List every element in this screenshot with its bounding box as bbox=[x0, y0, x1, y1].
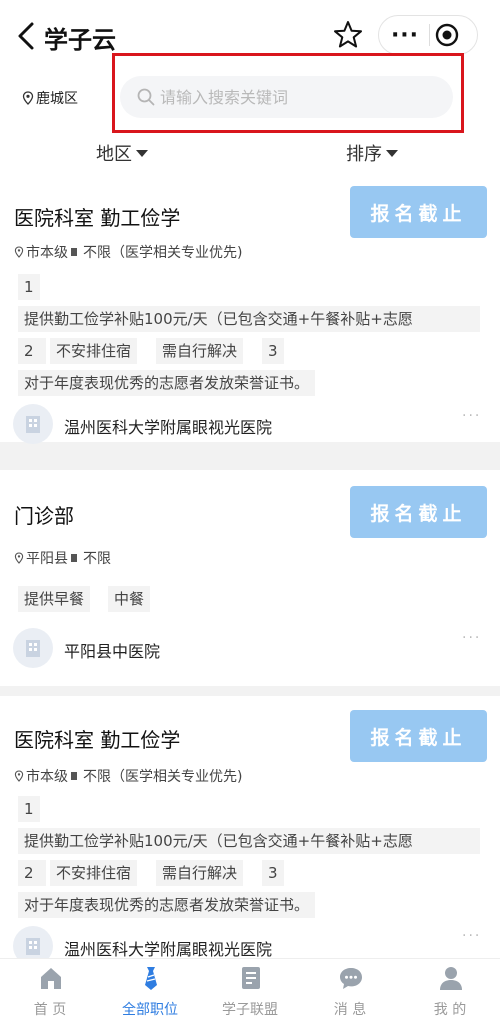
education-icon bbox=[71, 772, 77, 780]
job-tag: 需自行解决 bbox=[156, 338, 244, 364]
tab-label: 学子联盟 bbox=[222, 1002, 278, 1018]
caret-down-icon bbox=[136, 149, 148, 157]
tie-icon bbox=[145, 967, 157, 990]
job-tag: 提供早餐 bbox=[18, 586, 91, 612]
job-card[interactable]: 医院科室 勤工俭学 报名截止 市本级 不限（医学相关专业优先) 1 提供勤工俭学… bbox=[0, 172, 500, 444]
org-name: 温州医科大学附属眼视光医院 bbox=[64, 418, 273, 437]
capsule-divider bbox=[429, 24, 430, 46]
sort-filter[interactable]: 排序 bbox=[346, 140, 398, 166]
job-meta: 平阳县 不限 bbox=[14, 548, 111, 568]
location-pin-icon bbox=[14, 552, 24, 564]
job-title: 医院科室 勤工俭学 bbox=[14, 206, 181, 230]
search-input[interactable] bbox=[160, 76, 440, 118]
job-tag: 中餐 bbox=[108, 586, 151, 612]
close-target-icon[interactable] bbox=[435, 23, 459, 47]
location-pin-icon bbox=[14, 770, 24, 782]
job-level: 平阳县 bbox=[26, 551, 68, 567]
tab-messages[interactable]: 消 息 bbox=[300, 959, 400, 1025]
job-level: 市本级 bbox=[26, 245, 68, 261]
tab-all-jobs[interactable]: 全部职位 bbox=[100, 959, 200, 1025]
region-filter-label: 地区 bbox=[96, 144, 132, 165]
more-dots-icon[interactable]: ··· bbox=[462, 630, 481, 646]
location-selector[interactable]: 鹿城区 bbox=[22, 88, 78, 108]
tab-alliance[interactable]: 学子联盟 bbox=[200, 959, 300, 1025]
sort-filter-label: 排序 bbox=[346, 144, 382, 165]
search-icon bbox=[137, 88, 155, 106]
tab-label: 全部职位 bbox=[122, 1002, 178, 1018]
job-tag: 对于年度表现优秀的志愿者发放荣誉证书。 bbox=[18, 370, 316, 396]
education-icon bbox=[71, 248, 77, 256]
tab-profile[interactable]: 我 的 bbox=[400, 959, 500, 1025]
location-pin-icon bbox=[22, 91, 34, 105]
job-tag: 需自行解决 bbox=[156, 860, 244, 886]
job-tag: 提供勤工俭学补贴100元/天（已包含交通+午餐补贴+志愿 bbox=[18, 306, 480, 332]
hospital-logo-icon bbox=[13, 628, 53, 668]
mini-program-capsule: ··· bbox=[378, 15, 478, 55]
job-tag: 对于年度表现优秀的志愿者发放荣誉证书。 bbox=[18, 892, 316, 918]
caret-down-icon bbox=[386, 149, 398, 157]
job-tag: 3 bbox=[262, 338, 284, 364]
job-requirement: 不限 bbox=[83, 551, 111, 567]
tab-label: 首 页 bbox=[33, 1002, 67, 1018]
job-requirement: 不限（医学相关专业优先) bbox=[83, 245, 243, 261]
location-label: 鹿城区 bbox=[36, 91, 78, 107]
star-icon[interactable] bbox=[328, 15, 368, 55]
location-pin-icon bbox=[14, 246, 24, 258]
job-meta: 市本级 不限（医学相关专业优先) bbox=[14, 242, 242, 262]
search-bar[interactable] bbox=[120, 76, 453, 118]
job-tag: 2 bbox=[18, 860, 46, 886]
job-tag: 不安排住宿 bbox=[50, 860, 138, 886]
job-tag: 1 bbox=[18, 274, 40, 300]
page-title: 学子云 bbox=[44, 26, 116, 54]
tab-home[interactable]: 首 页 bbox=[0, 959, 100, 1025]
apply-button[interactable]: 报名截止 bbox=[350, 710, 487, 762]
job-title: 医院科室 勤工俭学 bbox=[14, 728, 181, 752]
bottom-tab-bar: 首 页 全部职位 学子联盟 消 息 我 的 bbox=[0, 958, 500, 1025]
org-name: 平阳县中医院 bbox=[64, 642, 161, 661]
job-title: 门诊部 bbox=[14, 504, 74, 528]
hospital-logo-icon bbox=[13, 404, 53, 444]
more-dots-icon[interactable]: ··· bbox=[462, 928, 481, 944]
org-name: 温州医科大学附属眼视光医院 bbox=[64, 940, 273, 959]
more-dots-icon[interactable]: ··· bbox=[462, 408, 481, 424]
job-tag: 2 bbox=[18, 338, 46, 364]
user-icon bbox=[440, 967, 462, 990]
chat-bubble-icon bbox=[340, 968, 362, 989]
region-filter[interactable]: 地区 bbox=[96, 140, 148, 166]
job-tag: 提供勤工俭学补贴100元/天（已包含交通+午餐补贴+志愿 bbox=[18, 828, 480, 854]
tab-label: 消 息 bbox=[333, 1002, 367, 1018]
more-options-button[interactable]: ··· bbox=[383, 16, 427, 54]
document-icon bbox=[242, 967, 260, 989]
job-card[interactable]: 医院科室 勤工俭学 报名截止 市本级 不限（医学相关专业优先) 1 提供勤工俭学… bbox=[0, 696, 500, 966]
header: 学子云 ··· 鹿城区 地区 排序 bbox=[0, 0, 500, 190]
tab-label: 我 的 bbox=[433, 1002, 467, 1018]
job-requirement: 不限（医学相关专业优先) bbox=[83, 769, 243, 785]
job-tag: 1 bbox=[18, 796, 40, 822]
back-arrow-icon[interactable] bbox=[12, 18, 40, 54]
education-icon bbox=[71, 554, 77, 562]
job-tag: 不安排住宿 bbox=[50, 338, 138, 364]
job-tag: 3 bbox=[262, 860, 284, 886]
job-level: 市本级 bbox=[26, 769, 68, 785]
job-meta: 市本级 不限（医学相关专业优先) bbox=[14, 766, 242, 786]
apply-button[interactable]: 报名截止 bbox=[350, 186, 487, 238]
apply-button[interactable]: 报名截止 bbox=[350, 486, 487, 538]
home-icon bbox=[41, 968, 61, 989]
job-card[interactable]: 门诊部 报名截止 平阳县 不限 提供早餐 中餐 平阳县中医院 ··· bbox=[0, 470, 500, 686]
